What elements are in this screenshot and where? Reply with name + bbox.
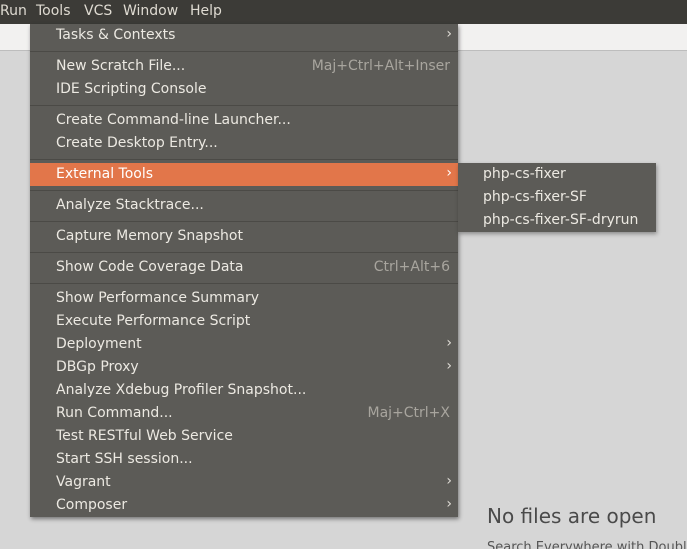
menu-run[interactable]: Run bbox=[0, 3, 27, 19]
menu-item-new-scratch-file[interactable]: New Scratch File... Maj+Ctrl+Alt+Inser bbox=[30, 55, 458, 78]
chevron-right-icon: › bbox=[446, 335, 452, 351]
submenu-item-php-cs-fixer[interactable]: php-cs-fixer bbox=[458, 163, 656, 186]
menu-item-external-tools[interactable]: External Tools › bbox=[30, 163, 458, 186]
menu-item-deployment[interactable]: Deployment › bbox=[30, 333, 458, 356]
menu-item-label: Show Performance Summary bbox=[56, 290, 260, 306]
menu-item-label: Show Code Coverage Data bbox=[56, 259, 244, 275]
menu-item-label: Tasks & Contexts bbox=[56, 27, 176, 43]
menu-item-composer[interactable]: Composer › bbox=[30, 494, 458, 517]
menu-vcs[interactable]: VCS bbox=[84, 3, 112, 19]
menu-item-label: Create Command-line Launcher... bbox=[56, 112, 291, 128]
chevron-right-icon: › bbox=[446, 26, 452, 42]
menu-item-show-code-coverage[interactable]: Show Code Coverage Data Ctrl+Alt+6 bbox=[30, 256, 458, 279]
menu-item-create-launcher[interactable]: Create Command-line Launcher... bbox=[30, 109, 458, 132]
menu-item-label: Run Command... bbox=[56, 405, 173, 421]
menu-item-analyze-xdebug-snapshot[interactable]: Analyze Xdebug Profiler Snapshot... bbox=[30, 379, 458, 402]
menu-separator bbox=[30, 252, 458, 253]
menu-separator bbox=[30, 105, 458, 106]
menu-item-label: Vagrant bbox=[56, 474, 111, 490]
menu-item-label: Analyze Stacktrace... bbox=[56, 197, 204, 213]
chevron-right-icon: › bbox=[446, 358, 452, 374]
menu-separator bbox=[30, 190, 458, 191]
menu-separator bbox=[30, 51, 458, 52]
menu-item-label: Capture Memory Snapshot bbox=[56, 228, 243, 244]
tools-menu: Tasks & Contexts › New Scratch File... M… bbox=[30, 24, 458, 517]
menu-item-label: IDE Scripting Console bbox=[56, 81, 207, 97]
menu-item-shortcut: Ctrl+Alt+6 bbox=[373, 259, 450, 275]
submenu-item-php-cs-fixer-sf[interactable]: php-cs-fixer-SF bbox=[458, 186, 656, 209]
menu-item-label: Analyze Xdebug Profiler Snapshot... bbox=[56, 382, 307, 398]
menu-tools[interactable]: Tools bbox=[36, 3, 71, 19]
menu-item-label: Deployment bbox=[56, 336, 142, 352]
menu-separator bbox=[30, 159, 458, 160]
menu-help[interactable]: Help bbox=[190, 3, 222, 19]
submenu-item-label: php-cs-fixer bbox=[483, 166, 566, 182]
menu-item-run-command[interactable]: Run Command... Maj+Ctrl+X bbox=[30, 402, 458, 425]
menu-item-analyze-stacktrace[interactable]: Analyze Stacktrace... bbox=[30, 194, 458, 217]
menu-item-test-restful-web-service[interactable]: Test RESTful Web Service bbox=[30, 425, 458, 448]
menu-item-capture-memory-snapshot[interactable]: Capture Memory Snapshot bbox=[30, 225, 458, 248]
empty-editor-hint: Search Everywhere with Double bbox=[487, 540, 687, 549]
menu-item-label: New Scratch File... bbox=[56, 58, 186, 74]
menu-item-label: Create Desktop Entry... bbox=[56, 135, 218, 151]
empty-editor-title: No files are open bbox=[487, 504, 657, 528]
submenu-item-label: php-cs-fixer-SF bbox=[483, 189, 587, 205]
menu-item-label: Execute Performance Script bbox=[56, 313, 251, 329]
menu-item-dbgp-proxy[interactable]: DBGp Proxy › bbox=[30, 356, 458, 379]
menu-item-shortcut: Maj+Ctrl+Alt+Inser bbox=[311, 58, 450, 74]
menu-item-start-ssh-session[interactable]: Start SSH session... bbox=[30, 448, 458, 471]
menu-item-label: DBGp Proxy bbox=[56, 359, 139, 375]
chevron-right-icon: › bbox=[446, 165, 452, 181]
chevron-right-icon: › bbox=[446, 473, 452, 489]
menu-window[interactable]: Window bbox=[123, 3, 178, 19]
menu-item-execute-performance-script[interactable]: Execute Performance Script bbox=[30, 310, 458, 333]
menu-item-ide-scripting-console[interactable]: IDE Scripting Console bbox=[30, 78, 458, 101]
menu-separator bbox=[30, 283, 458, 284]
menu-item-label: Start SSH session... bbox=[56, 451, 193, 467]
menubar: Run Tools VCS Window Help bbox=[0, 0, 687, 24]
menu-item-label: External Tools bbox=[56, 166, 154, 182]
menu-item-label: Test RESTful Web Service bbox=[56, 428, 233, 444]
menu-item-shortcut: Maj+Ctrl+X bbox=[367, 405, 450, 421]
submenu-item-label: php-cs-fixer-SF-dryrun bbox=[483, 212, 639, 228]
menu-item-tasks-contexts[interactable]: Tasks & Contexts › bbox=[30, 24, 458, 47]
chevron-right-icon: › bbox=[446, 496, 452, 512]
menu-separator bbox=[30, 221, 458, 222]
menu-item-show-performance-summary[interactable]: Show Performance Summary bbox=[30, 287, 458, 310]
menu-item-create-desktop-entry[interactable]: Create Desktop Entry... bbox=[30, 132, 458, 155]
menu-item-vagrant[interactable]: Vagrant › bbox=[30, 471, 458, 494]
external-tools-submenu: php-cs-fixer php-cs-fixer-SF php-cs-fixe… bbox=[458, 163, 656, 232]
submenu-item-php-cs-fixer-sf-dryrun[interactable]: php-cs-fixer-SF-dryrun bbox=[458, 209, 656, 232]
menu-item-label: Composer bbox=[56, 497, 128, 513]
